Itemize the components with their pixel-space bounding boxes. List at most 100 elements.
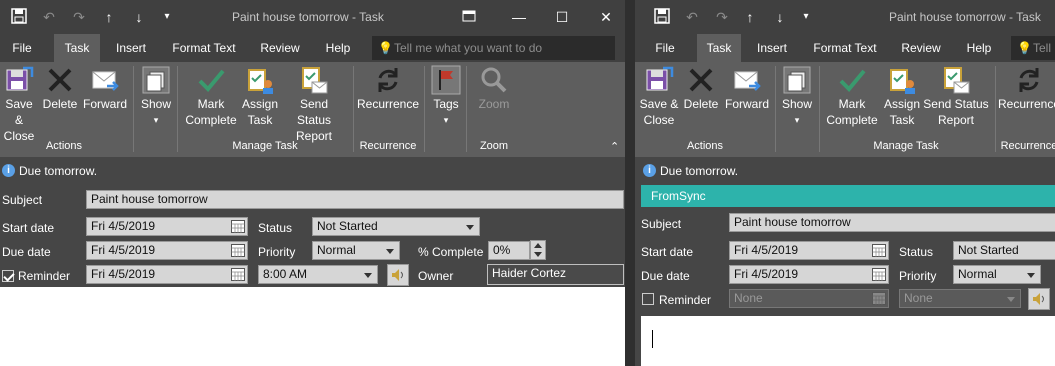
- chevron-up-icon[interactable]: [534, 243, 542, 248]
- delete-button[interactable]: Delete: [42, 64, 78, 112]
- tell-me-search[interactable]: 💡 Tell me what you want to do: [372, 36, 615, 60]
- speaker-icon: [392, 269, 403, 281]
- save-icon[interactable]: [653, 8, 671, 26]
- send-status-report-button[interactable]: Send Status Report: [282, 64, 346, 144]
- reminder-sound-button[interactable]: [387, 264, 409, 286]
- mark-complete-label-2: Complete: [185, 113, 237, 127]
- undo-icon[interactable]: ↶: [40, 8, 58, 26]
- assign-task-button[interactable]: Assign Task: [881, 64, 923, 128]
- priority-value: Normal: [317, 243, 356, 257]
- up-arrow-icon[interactable]: ↑: [741, 8, 759, 26]
- save-close-button[interactable]: Save & Close: [0, 64, 38, 144]
- down-arrow-icon[interactable]: ↓: [771, 8, 789, 26]
- undo-icon[interactable]: ↶: [683, 8, 701, 26]
- percent-complete-input[interactable]: 0%: [488, 241, 530, 260]
- minimize-icon[interactable]: —: [510, 8, 528, 26]
- chevron-down-icon: [1027, 273, 1035, 278]
- tab-review[interactable]: Review: [893, 34, 949, 62]
- tab-task[interactable]: Task: [54, 34, 100, 62]
- recurrence-button[interactable]: Recurrence: [356, 64, 420, 112]
- recurrence-icon: [378, 68, 398, 92]
- group-separator: [353, 66, 354, 152]
- forward-button[interactable]: Forward: [82, 64, 128, 112]
- tab-file[interactable]: File: [0, 34, 44, 62]
- status-select[interactable]: Not Started: [953, 241, 1055, 260]
- calendar-icon: [231, 244, 245, 257]
- tab-insert[interactable]: Insert: [749, 34, 795, 62]
- mark-complete-label-1: Mark: [838, 97, 866, 111]
- magnifier-icon: [481, 67, 507, 93]
- delete-button[interactable]: Delete: [683, 64, 719, 112]
- due-date-field[interactable]: Fri 4/5/2019: [729, 265, 889, 284]
- collapse-ribbon-icon[interactable]: ⌃: [610, 140, 619, 153]
- customize-toolbar-icon[interactable]: ▾: [158, 8, 176, 26]
- subject-input[interactable]: Paint house tomorrow: [729, 213, 1055, 232]
- due-date-label: Due date: [641, 269, 690, 283]
- start-date-field[interactable]: Fri 4/5/2019: [729, 241, 889, 260]
- tab-help[interactable]: Help: [957, 34, 1001, 62]
- group-label-manage-task: Manage Task: [232, 140, 298, 152]
- reminder-time-select[interactable]: None: [899, 289, 1021, 308]
- start-date-label: Start date: [2, 221, 55, 235]
- tab-format-text[interactable]: Format Text: [164, 34, 244, 62]
- assign-task-button[interactable]: Assign Task: [240, 64, 280, 128]
- reminder-checkbox[interactable]: [642, 293, 654, 305]
- tab-help[interactable]: Help: [316, 34, 360, 62]
- save-icon[interactable]: [10, 8, 28, 26]
- owner-field[interactable]: Haider Cortez: [487, 264, 624, 285]
- tab-format-text[interactable]: Format Text: [805, 34, 885, 62]
- info-text: Due tomorrow.: [19, 164, 98, 178]
- tell-me-search[interactable]: 💡 Tell: [1011, 36, 1055, 60]
- down-arrow-icon[interactable]: ↓: [130, 8, 148, 26]
- reminder-date-field[interactable]: None: [729, 289, 889, 308]
- task-body-editor[interactable]: [0, 287, 625, 366]
- tab-task[interactable]: Task: [697, 34, 741, 62]
- subject-input[interactable]: Paint house tomorrow: [86, 190, 624, 209]
- tags-button[interactable]: Tags ▾: [430, 64, 462, 128]
- save-close-button[interactable]: Save & Close: [639, 64, 679, 128]
- calendar-icon: [872, 244, 886, 257]
- recurrence-button[interactable]: Recurrence: [997, 64, 1055, 112]
- start-date-field[interactable]: Fri 4/5/2019: [86, 217, 248, 236]
- ribbon-display-icon[interactable]: [460, 8, 478, 26]
- task-window-left: ↶ ↷ ↑ ↓ ▾ Paint house tomorrow - Task — …: [0, 0, 625, 366]
- reminder-checkbox[interactable]: [2, 270, 14, 282]
- tab-insert[interactable]: Insert: [108, 34, 154, 62]
- lightbulb-icon: 💡: [378, 41, 393, 55]
- customize-toolbar-icon[interactable]: ▾: [797, 8, 815, 26]
- start-date-label: Start date: [641, 245, 694, 259]
- group-label-recurrence: Recurrence: [1000, 140, 1055, 152]
- reminder-time-select[interactable]: 8:00 AM: [258, 265, 378, 284]
- assign-task-icon: [248, 69, 273, 94]
- percent-complete-stepper[interactable]: [530, 240, 546, 260]
- delete-label: Delete: [42, 97, 78, 111]
- reminder-sound-button[interactable]: [1028, 288, 1050, 310]
- close-icon[interactable]: ✕: [597, 8, 615, 26]
- status-select[interactable]: Not Started: [312, 217, 480, 236]
- group-separator: [995, 66, 996, 152]
- task-body-editor[interactable]: [641, 316, 1055, 366]
- priority-select[interactable]: Normal: [312, 241, 400, 260]
- send-status-report-icon: [302, 67, 328, 94]
- zoom-button[interactable]: Zoom: [472, 64, 516, 112]
- status-value: Not Started: [958, 243, 1019, 257]
- mark-complete-button[interactable]: Mark Complete: [182, 64, 240, 128]
- tab-review[interactable]: Review: [252, 34, 308, 62]
- forward-button[interactable]: Forward: [723, 64, 771, 112]
- up-arrow-icon[interactable]: ↑: [100, 8, 118, 26]
- priority-select[interactable]: Normal: [953, 265, 1041, 284]
- maximize-icon[interactable]: ☐: [553, 8, 571, 26]
- chevron-down-icon[interactable]: [534, 252, 542, 257]
- tab-file[interactable]: File: [643, 34, 687, 62]
- show-button[interactable]: Show ▾: [138, 64, 174, 128]
- reminder-date-field[interactable]: Fri 4/5/2019: [86, 265, 248, 284]
- redo-icon[interactable]: ↷: [70, 8, 88, 26]
- show-label: Show: [781, 97, 813, 111]
- redo-icon[interactable]: ↷: [713, 8, 731, 26]
- screen: ↶ ↷ ↑ ↓ ▾ Paint house tomorrow - Task — …: [0, 0, 1055, 366]
- send-status-report-button[interactable]: Send Status Report: [923, 64, 989, 128]
- due-date-field[interactable]: Fri 4/5/2019: [86, 241, 248, 260]
- show-button[interactable]: Show ▾: [779, 64, 815, 128]
- recurrence-label: Recurrence: [997, 97, 1055, 111]
- mark-complete-button[interactable]: Mark Complete: [823, 64, 881, 128]
